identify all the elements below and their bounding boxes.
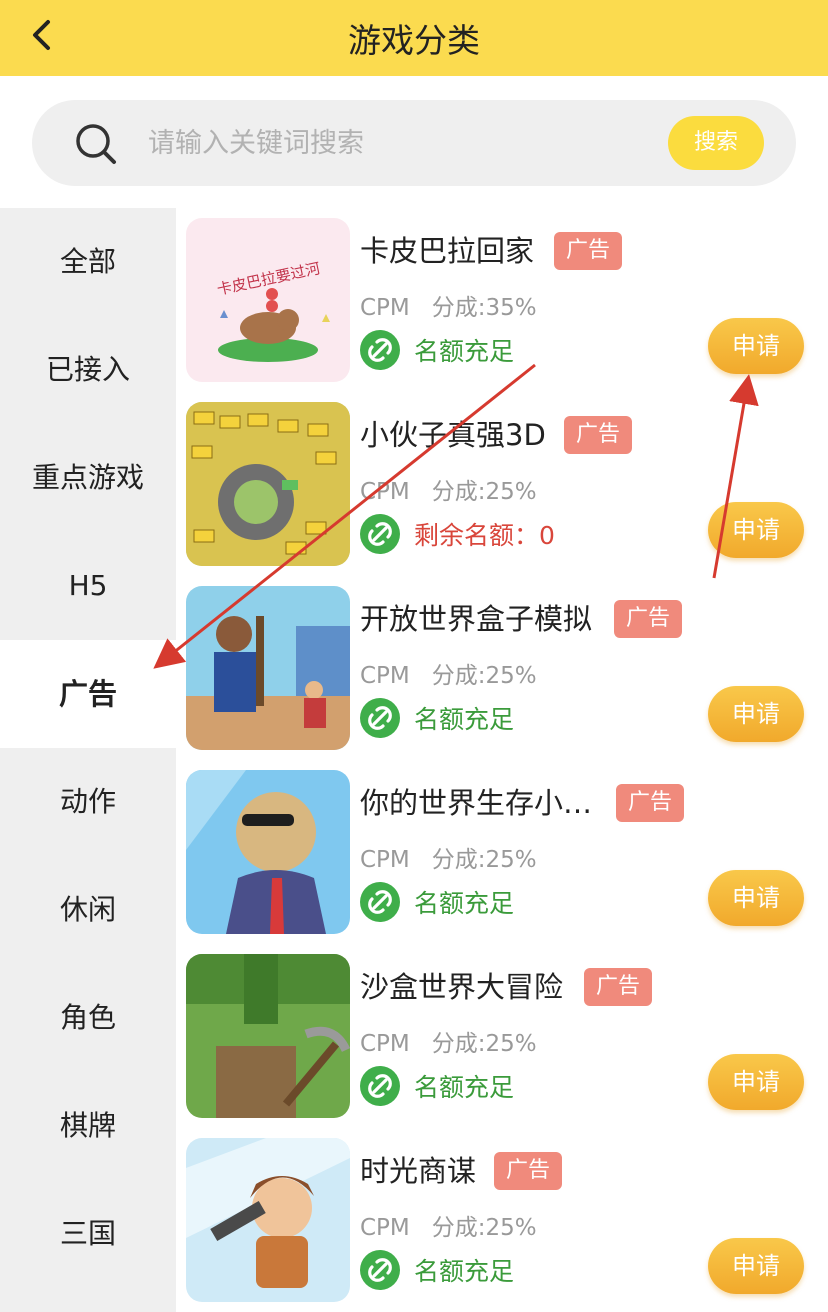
game-name: 你的世界生存小… xyxy=(360,786,593,820)
game-name: 时光商谋 xyxy=(360,1154,477,1188)
game-thumbnail xyxy=(186,586,350,750)
apply-button[interactable]: 申请 xyxy=(708,1238,804,1294)
game-thumbnail xyxy=(186,1138,350,1302)
page-title: 游戏分类 xyxy=(348,21,480,60)
game-list: 卡皮巴拉要过河 卡皮巴拉回家 广告 CPM 分成:35% 名额充足 申请 小伙子… xyxy=(176,208,828,1312)
game-name: 开放世界盒子模拟 xyxy=(360,602,593,636)
ad-badge: 广告 xyxy=(494,1152,563,1190)
ad-badge: 广告 xyxy=(564,416,633,454)
share-label: 分成:25% xyxy=(431,479,537,505)
game-thumbnail xyxy=(186,770,350,934)
header-bar: 游戏分类 xyxy=(0,0,828,76)
sidebar-item-rpg[interactable]: 角色 xyxy=(0,964,176,1072)
share-label: 分成:25% xyxy=(431,663,537,689)
search-button[interactable]: 搜索 xyxy=(668,116,764,170)
ad-badge: 广告 xyxy=(614,600,683,638)
link-icon xyxy=(360,698,400,738)
search-bar: 搜索 xyxy=(32,100,796,186)
game-meta: CPM 分成:25% xyxy=(360,1024,537,1058)
sidebar-item-three-kingdoms[interactable]: 三国 xyxy=(0,1180,176,1288)
sidebar-item-casual[interactable]: 休闲 xyxy=(0,856,176,964)
link-icon xyxy=(360,1250,400,1290)
metric-label: CPM xyxy=(360,295,410,321)
quota-status: 名额充足 xyxy=(414,1257,515,1286)
quota-status: 剩余名额：0 xyxy=(414,521,555,550)
link-icon xyxy=(360,330,400,370)
list-item[interactable]: 开放世界盒子模拟 广告 CPM 分成:25% 名额充足 申请 xyxy=(176,576,828,760)
metric-label: CPM xyxy=(360,663,410,689)
game-name: 卡皮巴拉回家 xyxy=(360,234,535,268)
game-thumbnail: 卡皮巴拉要过河 xyxy=(186,218,350,382)
category-sidebar: 全部 已接入 重点游戏 H5 广告 动作 休闲 角色 棋牌 三国 xyxy=(0,208,176,1312)
link-icon xyxy=(360,1066,400,1106)
apply-button[interactable]: 申请 xyxy=(708,686,804,742)
ad-badge: 广告 xyxy=(616,784,685,822)
sidebar-item-ads[interactable]: 广告 xyxy=(0,640,176,748)
link-icon xyxy=(360,514,400,554)
apply-button[interactable]: 申请 xyxy=(708,870,804,926)
game-meta: CPM 分成:35% xyxy=(360,288,537,322)
quota-status: 名额充足 xyxy=(414,889,515,918)
sidebar-item-h5[interactable]: H5 xyxy=(0,532,176,640)
quota-status: 名额充足 xyxy=(414,1073,515,1102)
share-label: 分成:25% xyxy=(431,1031,537,1057)
game-meta: CPM 分成:25% xyxy=(360,656,537,690)
metric-label: CPM xyxy=(360,1031,410,1057)
sidebar-item-all[interactable]: 全部 xyxy=(0,208,176,316)
apply-button[interactable]: 申请 xyxy=(708,502,804,558)
game-name: 小伙子真强3D xyxy=(360,418,546,452)
list-item[interactable]: 小伙子真强3D 广告 CPM 分成:25% 剩余名额：0 申请 xyxy=(176,392,828,576)
share-label: 分成:35% xyxy=(431,295,537,321)
share-label: 分成:25% xyxy=(431,1215,537,1241)
list-item[interactable]: 沙盒世界大冒险 广告 CPM 分成:25% 名额充足 申请 xyxy=(176,944,828,1128)
share-label: 分成:25% xyxy=(431,847,537,873)
list-item[interactable]: 你的世界生存小… 广告 CPM 分成:25% 名额充足 申请 xyxy=(176,760,828,944)
metric-label: CPM xyxy=(360,1215,410,1241)
game-meta: CPM 分成:25% xyxy=(360,840,537,874)
game-meta: CPM 分成:25% xyxy=(360,472,537,506)
search-icon xyxy=(76,124,116,164)
list-item[interactable]: 卡皮巴拉要过河 卡皮巴拉回家 广告 CPM 分成:35% 名额充足 申请 xyxy=(176,208,828,392)
game-thumbnail xyxy=(186,954,350,1118)
metric-label: CPM xyxy=(360,847,410,873)
search-input[interactable] xyxy=(148,118,648,168)
list-item[interactable]: 时光商谋 广告 CPM 分成:25% 名额充足 申请 xyxy=(176,1128,828,1312)
sidebar-item-featured[interactable]: 重点游戏 xyxy=(0,424,176,532)
apply-button[interactable]: 申请 xyxy=(708,1054,804,1110)
sidebar-item-connected[interactable]: 已接入 xyxy=(0,316,176,424)
game-meta: CPM 分成:25% xyxy=(360,1208,537,1242)
sidebar-item-action[interactable]: 动作 xyxy=(0,748,176,856)
ad-badge: 广告 xyxy=(584,968,653,1006)
ad-badge: 广告 xyxy=(554,232,623,270)
quota-status: 名额充足 xyxy=(414,337,515,366)
apply-button[interactable]: 申请 xyxy=(708,318,804,374)
link-icon xyxy=(360,882,400,922)
game-thumbnail xyxy=(186,402,350,566)
game-name: 沙盒世界大冒险 xyxy=(360,970,564,1004)
metric-label: CPM xyxy=(360,479,410,505)
quota-status: 名额充足 xyxy=(414,705,515,734)
sidebar-item-board[interactable]: 棋牌 xyxy=(0,1072,176,1180)
